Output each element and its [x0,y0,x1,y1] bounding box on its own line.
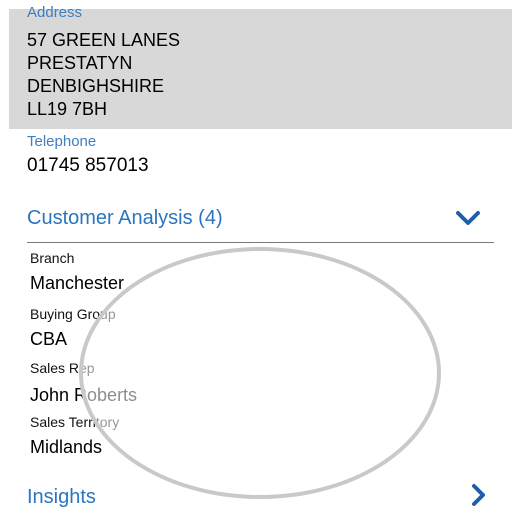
sales-territory-label: Sales Territory [30,414,120,430]
buying-group-value: CBA [30,329,68,349]
telephone-value[interactable]: 01745 857013 [27,155,149,177]
insights-title: Insights [27,486,96,508]
address-line-2: PRESTATYN [27,53,133,73]
touch-indicator-circle [79,247,441,499]
sales-territory-value: Midlands [30,437,103,457]
address-line-1: 57 GREEN LANES [27,30,181,50]
customer-analysis-title: Customer Analysis (4) [27,207,223,229]
sales-rep-value: John Roberts [30,385,138,405]
address-label: Address [27,4,83,21]
chevron-right-icon[interactable] [470,483,486,507]
buying-group-label: Buying Group [30,306,116,322]
branch-value: Manchester [30,273,125,293]
address-line-4: LL19 7BH [27,99,108,119]
chevron-down-icon[interactable] [455,208,481,228]
address-section: Address 57 GREEN LANES PRESTATYN DENBIGH… [9,5,512,129]
telephone-label: Telephone [27,133,97,150]
section-divider [27,242,494,243]
address-line-3: DENBIGHSHIRE [27,76,165,96]
customer-detail-page: Address 57 GREEN LANES PRESTATYN DENBIGH… [0,0,512,521]
branch-label: Branch [30,250,75,266]
sales-rep-label: Sales Rep [30,360,95,376]
